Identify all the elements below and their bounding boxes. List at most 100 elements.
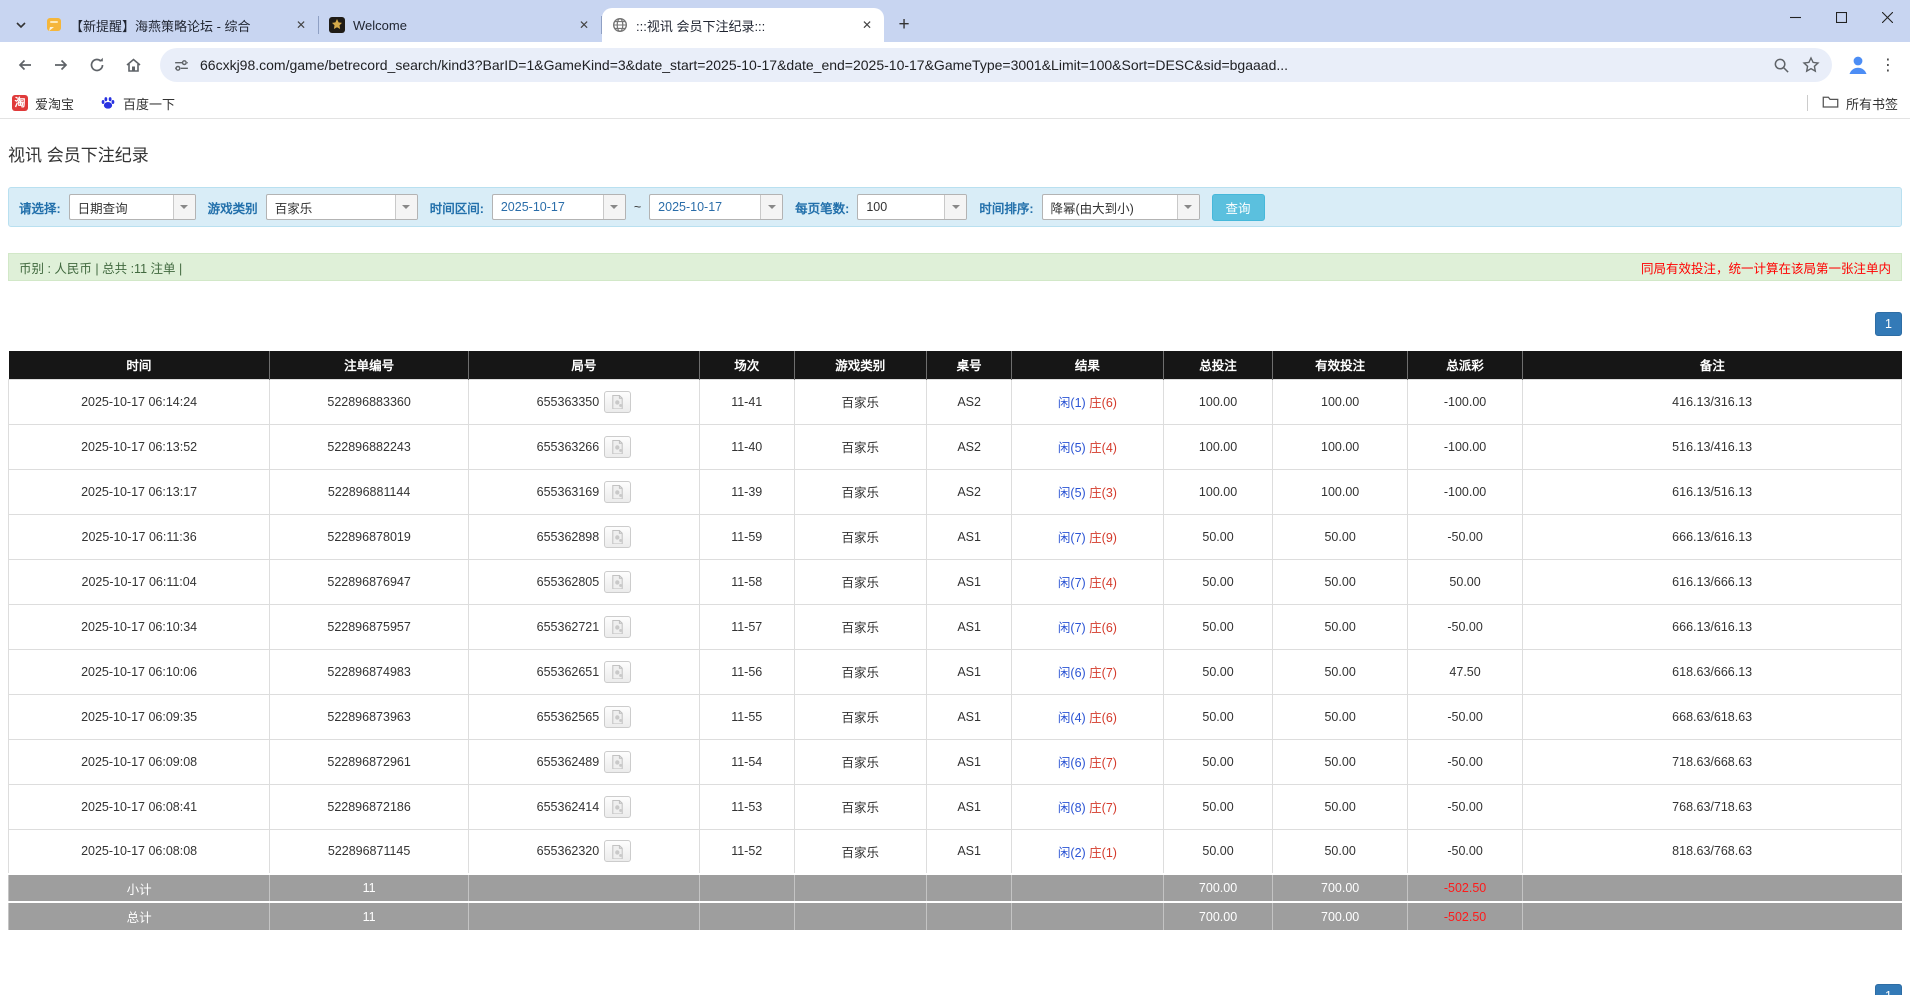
chevron-down-icon[interactable] [760, 195, 782, 219]
game-type-select[interactable]: 百家乐 [266, 194, 418, 220]
search-button[interactable]: 查询 [1212, 194, 1265, 221]
all-bookmarks-label: 所有书签 [1846, 94, 1898, 113]
round-number-cell: 655362414 [468, 784, 699, 829]
video-record-icon [610, 529, 625, 544]
sort-select[interactable]: 降幂(由大到小) [1042, 194, 1200, 220]
round-replay-button[interactable] [604, 481, 631, 503]
result-cell: 闲(8) 庄(7) [1012, 784, 1163, 829]
session-cell: 11-57 [699, 604, 794, 649]
empty-cell [927, 902, 1012, 930]
profile-avatar[interactable] [1842, 49, 1874, 81]
total-bet-link[interactable]: 50.00 [1163, 604, 1273, 649]
round-replay-button[interactable] [604, 751, 631, 773]
maximize-button[interactable] [1818, 0, 1864, 34]
close-icon[interactable]: ✕ [575, 16, 593, 34]
page-number-button[interactable]: 1 [1875, 312, 1902, 336]
browser-tab[interactable]: 【新提醒】海燕策略论坛 - 综合✕ [36, 8, 318, 42]
chevron-down-icon[interactable] [944, 195, 966, 219]
total-bet-link[interactable]: 100.00 [1163, 469, 1273, 514]
bet-number-cell: 522896875957 [270, 604, 469, 649]
time-cell: 2025-10-17 06:08:08 [9, 829, 270, 874]
table-number-cell: AS2 [927, 424, 1012, 469]
round-number-cell: 655363169 [468, 469, 699, 514]
bookmark-star-icon[interactable] [1800, 54, 1822, 76]
site-info-tune-icon[interactable] [170, 54, 192, 76]
round-replay-button[interactable] [604, 661, 631, 683]
time-cell: 2025-10-17 06:09:35 [9, 694, 270, 739]
round-number-cell: 655362721 [468, 604, 699, 649]
chevron-down-icon[interactable] [603, 195, 625, 219]
url-bar[interactable]: 66cxkj98.com/game/betrecord_search/kind3… [160, 48, 1832, 82]
round-number-cell: 655362489 [468, 739, 699, 784]
total-bet-link[interactable]: 50.00 [1163, 694, 1273, 739]
total-bet-link[interactable]: 50.00 [1163, 784, 1273, 829]
table-number-cell: AS1 [927, 514, 1012, 559]
round-replay-button[interactable] [604, 571, 631, 593]
all-bookmarks-button[interactable]: 所有书签 [1822, 94, 1898, 113]
round-replay-button[interactable] [604, 840, 631, 862]
round-replay-button[interactable] [604, 796, 631, 818]
round-replay-button[interactable] [604, 526, 631, 548]
bet-number-cell: 522896874983 [270, 649, 469, 694]
browser-tab-strip: 【新提醒】海燕策略论坛 - 综合✕Welcome✕:::视讯 会员下注纪录:::… [0, 0, 1910, 42]
zoom-magnifier-icon[interactable] [1770, 54, 1792, 76]
video-record-icon [610, 664, 625, 679]
round-replay-button[interactable] [604, 616, 631, 638]
round-replay-button[interactable] [604, 391, 631, 413]
window-controls [1772, 0, 1910, 34]
forward-icon[interactable] [44, 48, 78, 82]
payout-cell: -50.00 [1407, 694, 1522, 739]
url-text[interactable]: 66cxkj98.com/game/betrecord_search/kind3… [200, 57, 1762, 73]
close-window-button[interactable] [1864, 0, 1910, 34]
empty-cell [1012, 902, 1163, 930]
table-row: 2025-10-17 06:08:08522896871145655362320… [9, 829, 1902, 874]
bookmark-item[interactable]: 淘爱淘宝 [12, 94, 74, 113]
reload-icon[interactable] [80, 48, 114, 82]
total-bet-link[interactable]: 100.00 [1163, 424, 1273, 469]
browser-tab[interactable]: :::视讯 会员下注纪录:::✕ [602, 8, 884, 42]
column-header: 局号 [468, 351, 699, 379]
total-bet-link[interactable]: 50.00 [1163, 559, 1273, 604]
round-number-cell: 655362651 [468, 649, 699, 694]
per-page-select[interactable]: 100 [857, 194, 967, 220]
column-header: 桌号 [927, 351, 1012, 379]
total-bet-link[interactable]: 100.00 [1163, 379, 1273, 424]
mode-select[interactable]: 日期查询 [69, 194, 196, 220]
round-replay-button[interactable] [604, 436, 631, 458]
date-end-select[interactable]: 2025-10-17 [649, 194, 783, 220]
total-bet-link[interactable]: 50.00 [1163, 514, 1273, 559]
minimize-button[interactable] [1772, 0, 1818, 34]
round-cell-inner: 655362565 [537, 706, 632, 728]
back-icon[interactable] [8, 48, 42, 82]
chevron-down-icon[interactable] [173, 195, 195, 219]
remark-cell: 668.63/618.63 [1523, 694, 1902, 739]
date-start-select[interactable]: 2025-10-17 [492, 194, 626, 220]
page-number-button[interactable]: 1 [1875, 984, 1902, 995]
tab-search-chevron-icon[interactable] [6, 8, 36, 42]
browser-tab[interactable]: Welcome✕ [319, 8, 601, 42]
remark-cell: 618.63/666.13 [1523, 649, 1902, 694]
total-bet-link[interactable]: 50.00 [1163, 649, 1273, 694]
session-cell: 11-39 [699, 469, 794, 514]
bookmark-item[interactable]: 百度一下 [100, 94, 175, 113]
close-icon[interactable]: ✕ [858, 16, 876, 34]
chevron-down-icon[interactable] [395, 195, 417, 219]
round-cell-inner: 655362489 [537, 751, 632, 773]
total-bet-link[interactable]: 50.00 [1163, 829, 1273, 874]
round-replay-button[interactable] [604, 706, 631, 728]
column-header: 时间 [9, 351, 270, 379]
browser-menu-icon[interactable]: ⋮ [1876, 49, 1900, 81]
game-type-cell: 百家乐 [794, 424, 927, 469]
total-bet-link[interactable]: 50.00 [1163, 739, 1273, 784]
session-cell: 11-59 [699, 514, 794, 559]
home-icon[interactable] [116, 48, 150, 82]
chevron-down-icon[interactable] [1177, 195, 1199, 219]
column-header: 游戏类别 [794, 351, 927, 379]
info-bar: 币别 : 人民币 | 总共 :11 注单 | 同局有效投注，统一计算在该局第一张… [8, 253, 1902, 281]
column-header: 结果 [1012, 351, 1163, 379]
close-icon[interactable]: ✕ [292, 16, 310, 34]
remark-cell: 616.13/516.13 [1523, 469, 1902, 514]
payout-cell: -50.00 [1407, 739, 1522, 784]
date-range-label: 时间区间: [430, 198, 484, 217]
new-tab-button[interactable]: + [890, 11, 918, 39]
